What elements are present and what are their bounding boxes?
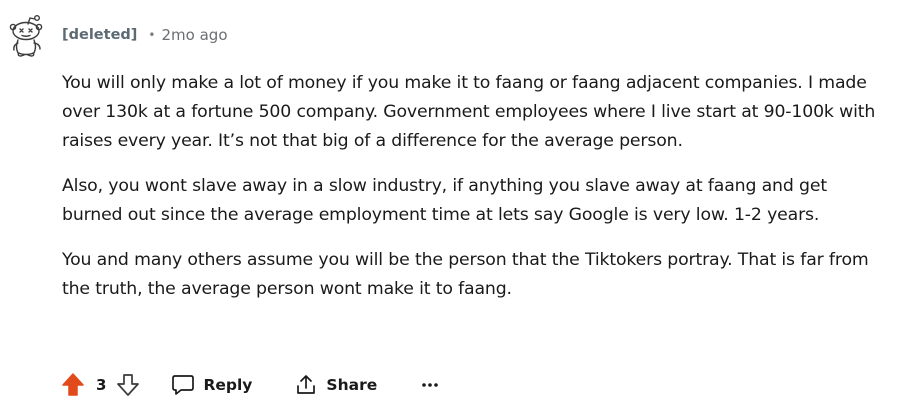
- vote-score: 3: [96, 376, 107, 394]
- reply-label: Reply: [203, 376, 253, 394]
- comment-body: You will only make a lot of money if you…: [62, 69, 892, 304]
- comment-timestamp[interactable]: 2mo ago: [162, 26, 228, 44]
- comment: [deleted] • 2mo ago You will only make a…: [0, 0, 911, 417]
- comment-action-bar: 3 Reply Share: [62, 370, 441, 400]
- reply-button[interactable]: Reply: [171, 370, 252, 400]
- more-options-button[interactable]: [419, 370, 441, 400]
- meta-separator: •: [148, 28, 156, 42]
- share-icon: [297, 375, 316, 394]
- downvote-button[interactable]: [117, 372, 140, 398]
- comment-meta: [deleted] • 2mo ago: [62, 24, 228, 46]
- comment-bubble-icon: [172, 375, 195, 395]
- downvote-arrow-icon: [117, 374, 140, 396]
- comment-paragraph: You will only make a lot of money if you…: [62, 73, 876, 151]
- comment-paragraph: Also, you wont slave away in a slow indu…: [62, 176, 827, 225]
- share-label: Share: [326, 376, 378, 394]
- comment-paragraph: You and many others assume you will be t…: [62, 250, 869, 299]
- deleted-user-avatar-icon[interactable]: [4, 12, 48, 58]
- comment-author[interactable]: [deleted]: [62, 27, 137, 43]
- share-button[interactable]: Share: [294, 370, 377, 400]
- upvote-button[interactable]: [62, 372, 84, 398]
- more-options-icon: [422, 383, 439, 387]
- upvote-arrow-icon: [62, 373, 84, 396]
